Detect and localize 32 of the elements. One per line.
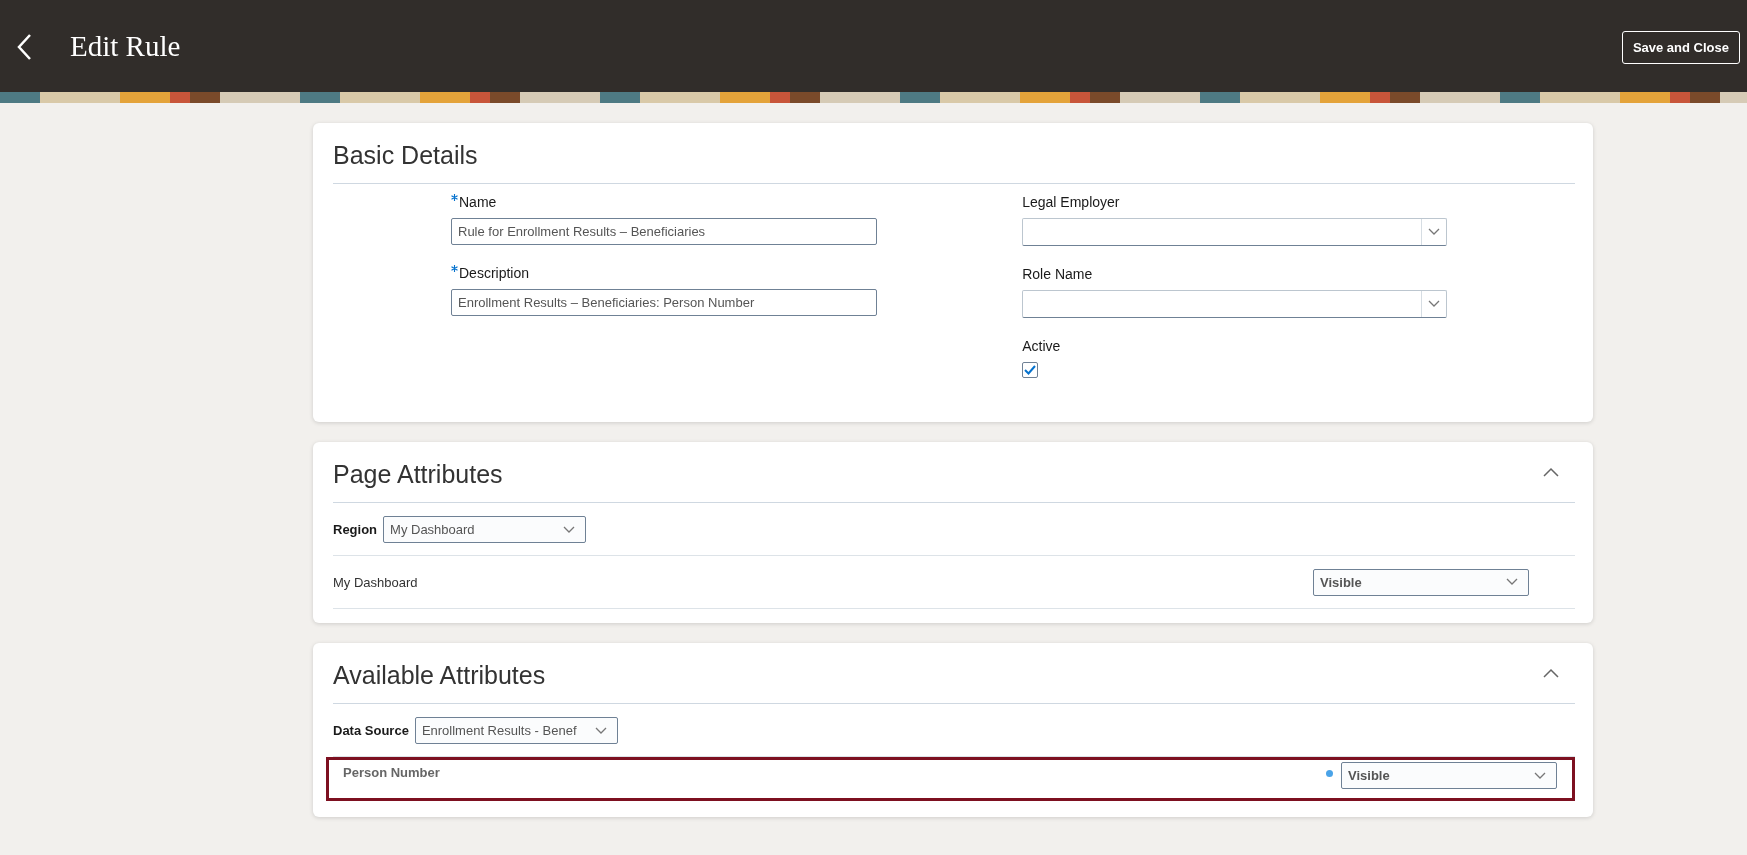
chevron-down-icon xyxy=(1428,300,1441,308)
chevron-down-icon xyxy=(594,726,607,735)
visibility-dropdown[interactable]: Visible xyxy=(1313,568,1529,596)
filter-label: Region xyxy=(333,522,378,537)
section-title: Page Attributes xyxy=(333,459,503,489)
collapse-chevron-icon[interactable] xyxy=(1543,467,1559,477)
attribute-name: My Dashboard xyxy=(333,574,418,590)
dropdown-field[interactable] xyxy=(1022,218,1448,246)
section-title: Basic Details xyxy=(333,140,478,170)
field-label: Legal Employer xyxy=(1022,194,1120,210)
text-field[interactable]: Enrollment Results – Beneficiaries: Person Number xyxy=(451,289,877,316)
chevron-down-icon xyxy=(1506,578,1518,586)
dropdown-field[interactable] xyxy=(1022,290,1448,318)
filter-dropdown[interactable]: My Dashboard xyxy=(383,516,587,543)
field-label: Active xyxy=(1022,338,1061,354)
filter-label: Data Source xyxy=(333,723,409,738)
page-title: Edit Rule xyxy=(70,29,181,63)
chevron-down-icon xyxy=(1534,771,1546,780)
active-checkbox[interactable] xyxy=(1022,362,1039,378)
field-label: Description xyxy=(451,265,530,281)
field-label: Name xyxy=(451,194,497,210)
back-icon[interactable] xyxy=(16,33,32,61)
text-field[interactable]: Rule for Enrollment Results – Beneficiaries xyxy=(451,218,877,245)
field-label: Role Name xyxy=(1022,266,1093,282)
filter-dropdown[interactable]: Enrollment Results - Benef xyxy=(414,717,618,744)
section-title: Available Attributes xyxy=(333,660,546,690)
collapse-chevron-icon[interactable] xyxy=(1543,668,1559,678)
visibility-dropdown[interactable]: Visible xyxy=(1341,762,1557,789)
chevron-down-icon xyxy=(1428,228,1441,236)
chevron-down-icon xyxy=(563,525,576,534)
save-and-close-button[interactable]: Save and Close xyxy=(1621,30,1740,64)
attribute-name: Person Number xyxy=(343,765,440,780)
